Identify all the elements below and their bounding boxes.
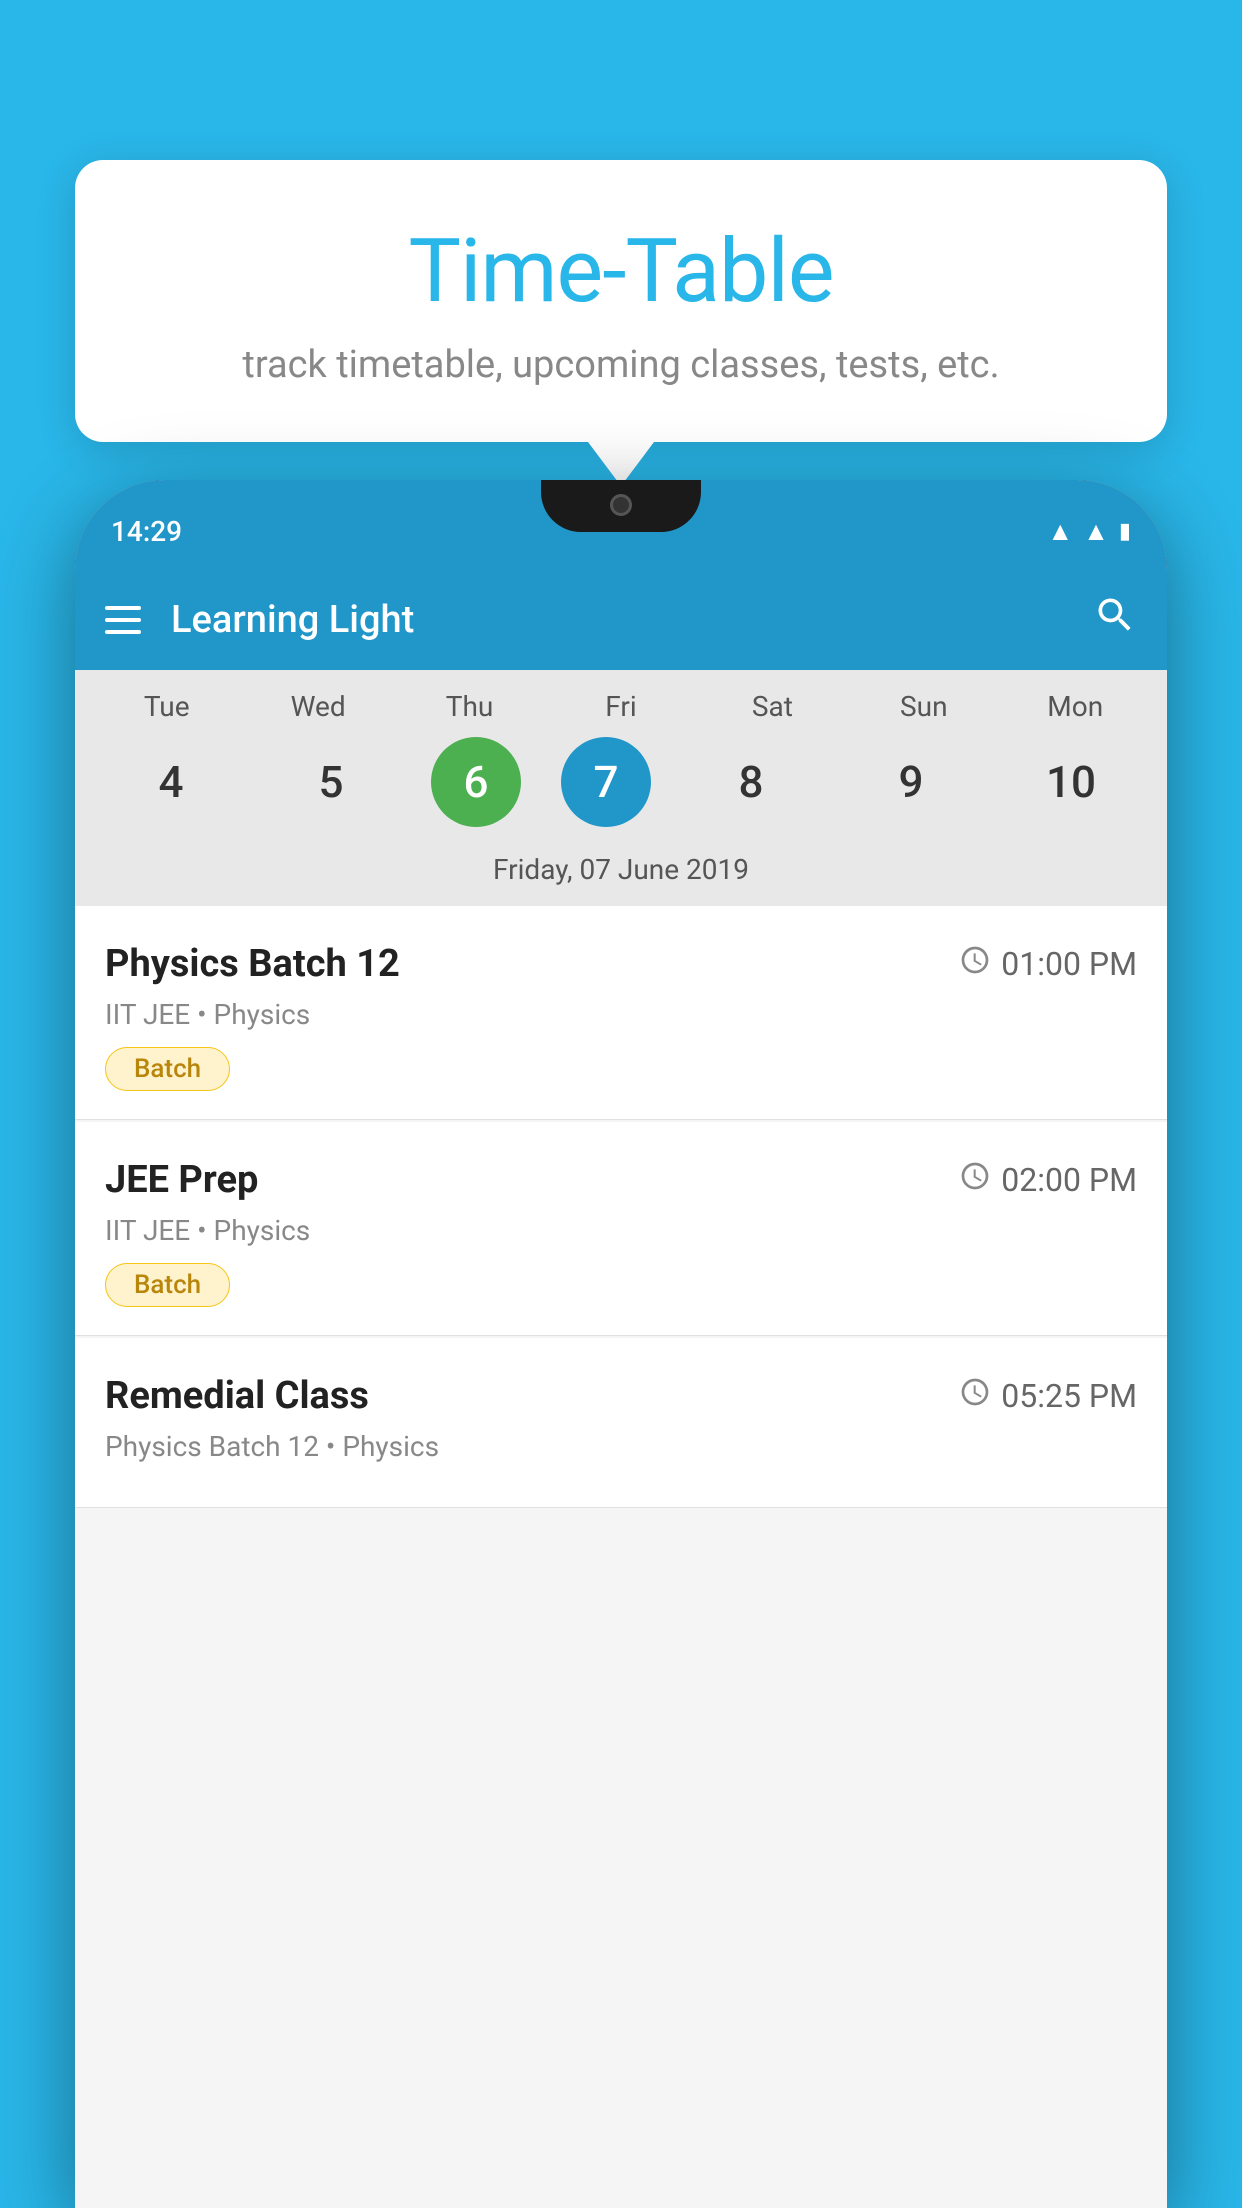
day-header-fri: Fri bbox=[561, 690, 681, 723]
schedule-item-2-badge: Batch bbox=[105, 1263, 230, 1307]
status-bar-wrap: 14:29 ▲ ▲ ▮ bbox=[75, 480, 1167, 570]
day-6-today[interactable]: 6 bbox=[431, 737, 521, 827]
schedule-item-1-time: 01:00 PM bbox=[959, 944, 1137, 984]
day-8[interactable]: 8 bbox=[691, 737, 811, 827]
schedule-item-3-time-text: 05:25 PM bbox=[1001, 1377, 1137, 1415]
hamburger-menu-button[interactable] bbox=[105, 606, 141, 634]
schedule-item-1[interactable]: Physics Batch 12 01:00 PM IIT JEE • Phys… bbox=[75, 906, 1167, 1120]
tooltip-title: Time-Table bbox=[125, 220, 1117, 323]
status-time: 14:29 bbox=[111, 515, 182, 548]
clock-icon-2 bbox=[959, 1160, 991, 1200]
day-10[interactable]: 10 bbox=[1011, 737, 1131, 827]
wifi-icon: ▲ bbox=[1047, 516, 1073, 547]
day-header-sat: Sat bbox=[712, 690, 832, 723]
schedule-item-2-time: 02:00 PM bbox=[959, 1160, 1137, 1200]
app-title: Learning Light bbox=[171, 598, 1093, 642]
day-5[interactable]: 5 bbox=[271, 737, 391, 827]
day-header-sun: Sun bbox=[864, 690, 984, 723]
schedule-item-1-badge: Batch bbox=[105, 1047, 230, 1091]
tooltip-subtitle: track timetable, upcoming classes, tests… bbox=[125, 343, 1117, 387]
schedule-item-1-header: Physics Batch 12 01:00 PM bbox=[105, 942, 1137, 986]
schedule-list: Physics Batch 12 01:00 PM IIT JEE • Phys… bbox=[75, 906, 1167, 1510]
schedule-item-2-subtitle: IIT JEE • Physics bbox=[105, 1214, 1137, 1247]
notch bbox=[541, 480, 701, 532]
phone-frame: 14:29 ▲ ▲ ▮ Learning Light bbox=[75, 480, 1167, 2208]
schedule-item-2-time-text: 02:00 PM bbox=[1001, 1161, 1137, 1199]
schedule-item-1-title: Physics Batch 12 bbox=[105, 942, 400, 986]
clock-icon-1 bbox=[959, 944, 991, 984]
schedule-item-3-time: 05:25 PM bbox=[959, 1376, 1137, 1416]
schedule-item-2[interactable]: JEE Prep 02:00 PM IIT JEE • Physics Batc… bbox=[75, 1122, 1167, 1336]
schedule-item-1-subtitle: IIT JEE • Physics bbox=[105, 998, 1137, 1031]
day-9[interactable]: 9 bbox=[851, 737, 971, 827]
calendar-strip: Tue Wed Thu Fri Sat Sun Mon 4 5 6 7 8 9 … bbox=[75, 670, 1167, 906]
status-icons: ▲ ▲ ▮ bbox=[1047, 516, 1131, 547]
schedule-item-3-title: Remedial Class bbox=[105, 1374, 369, 1418]
day-header-tue: Tue bbox=[107, 690, 227, 723]
day-header-wed: Wed bbox=[258, 690, 378, 723]
app-toolbar: Learning Light bbox=[75, 570, 1167, 670]
schedule-item-3-subtitle: Physics Batch 12 • Physics bbox=[105, 1430, 1137, 1463]
schedule-item-3-header: Remedial Class 05:25 PM bbox=[105, 1374, 1137, 1418]
day-4[interactable]: 4 bbox=[111, 737, 231, 827]
clock-icon-3 bbox=[959, 1376, 991, 1416]
schedule-item-2-header: JEE Prep 02:00 PM bbox=[105, 1158, 1137, 1202]
schedule-item-1-time-text: 01:00 PM bbox=[1001, 945, 1137, 983]
schedule-item-3[interactable]: Remedial Class 05:25 PM Physics Batch 12… bbox=[75, 1338, 1167, 1508]
search-button[interactable] bbox=[1093, 593, 1137, 647]
day-header-mon: Mon bbox=[1015, 690, 1135, 723]
tooltip-card: Time-Table track timetable, upcoming cla… bbox=[75, 160, 1167, 442]
signal-icon: ▲ bbox=[1083, 516, 1109, 547]
day-numbers: 4 5 6 7 8 9 10 bbox=[75, 737, 1167, 827]
day-headers: Tue Wed Thu Fri Sat Sun Mon bbox=[75, 690, 1167, 723]
day-7-selected[interactable]: 7 bbox=[561, 737, 651, 827]
selected-date-label: Friday, 07 June 2019 bbox=[75, 843, 1167, 906]
schedule-item-2-title: JEE Prep bbox=[105, 1158, 258, 1202]
day-header-thu: Thu bbox=[410, 690, 530, 723]
front-camera bbox=[610, 494, 632, 516]
phone-inner: 14:29 ▲ ▲ ▮ Learning Light bbox=[75, 480, 1167, 2208]
battery-icon: ▮ bbox=[1119, 519, 1131, 544]
